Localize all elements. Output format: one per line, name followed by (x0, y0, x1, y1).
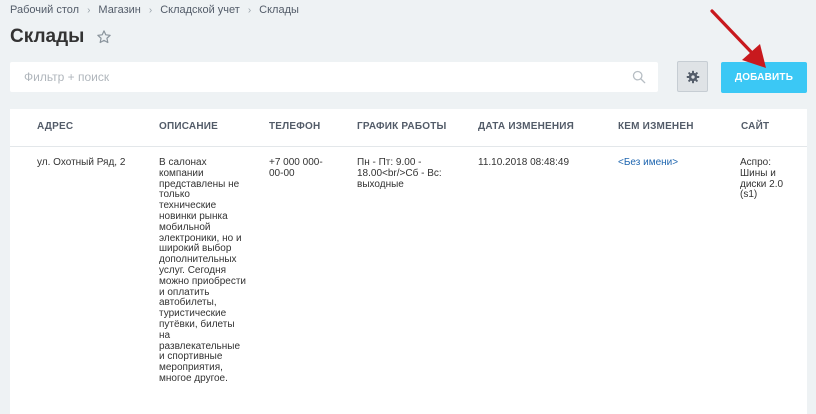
breadcrumb-separator-icon: › (148, 4, 153, 16)
filter-search-box[interactable] (10, 62, 658, 92)
cell-schedule: Пн - Пт: 9.00 - 18.00<br/>Сб - Вс: выход… (357, 157, 442, 190)
title-row: Склады (10, 26, 112, 48)
table-header: АДРЕС ОПИСАНИЕ ТЕЛЕФОН ГРАФИК РАБОТЫ ДАТ… (10, 109, 807, 147)
column-header-schedule[interactable]: ГРАФИК РАБОТЫ (357, 121, 447, 132)
settings-button[interactable] (677, 61, 708, 92)
breadcrumb: Рабочий стол › Магазин › Складской учет … (10, 4, 299, 16)
cell-site: Аспро: Шины и диски 2.0 (s1) (740, 157, 784, 201)
breadcrumb-item-inventory[interactable]: Складской учет (160, 4, 240, 16)
page-title: Склады (10, 26, 85, 47)
warehouses-table: АДРЕС ОПИСАНИЕ ТЕЛЕФОН ГРАФИК РАБОТЫ ДАТ… (10, 109, 807, 414)
breadcrumb-item-desktop[interactable]: Рабочий стол (10, 4, 79, 16)
breadcrumb-item-shop[interactable]: Магазин (98, 4, 140, 16)
cell-address: ул. Охотный Ряд, 2 (37, 157, 126, 168)
breadcrumb-item-warehouses[interactable]: Склады (259, 4, 299, 16)
cell-description: В салонах компании представлены не тольк… (159, 157, 247, 384)
star-icon[interactable] (96, 29, 112, 45)
table-row[interactable]: ул. Охотный Ряд, 2 В салонах компании пр… (10, 147, 807, 414)
column-header-modified-date[interactable]: ДАТА ИЗМЕНЕНИЯ (478, 121, 574, 132)
add-button[interactable]: ДОБАВИТЬ (721, 62, 807, 93)
column-header-site[interactable]: САЙТ (741, 121, 769, 132)
filter-search-input[interactable] (22, 69, 632, 85)
breadcrumb-separator-icon: › (247, 4, 252, 16)
cell-phone: +7 000 000-00-00 (269, 157, 323, 179)
search-icon[interactable] (632, 70, 646, 84)
column-header-address[interactable]: АДРЕС (37, 121, 73, 132)
cell-modified-date: 11.10.2018 08:48:49 (478, 157, 570, 168)
gear-icon (686, 70, 699, 83)
breadcrumb-separator-icon: › (87, 4, 91, 16)
cell-modified-by-link[interactable]: <Без имени> (618, 157, 728, 169)
column-header-modified-by[interactable]: КЕМ ИЗМЕНЕН (618, 121, 694, 132)
column-header-phone[interactable]: ТЕЛЕФОН (269, 121, 320, 132)
column-header-description[interactable]: ОПИСАНИЕ (159, 121, 218, 132)
